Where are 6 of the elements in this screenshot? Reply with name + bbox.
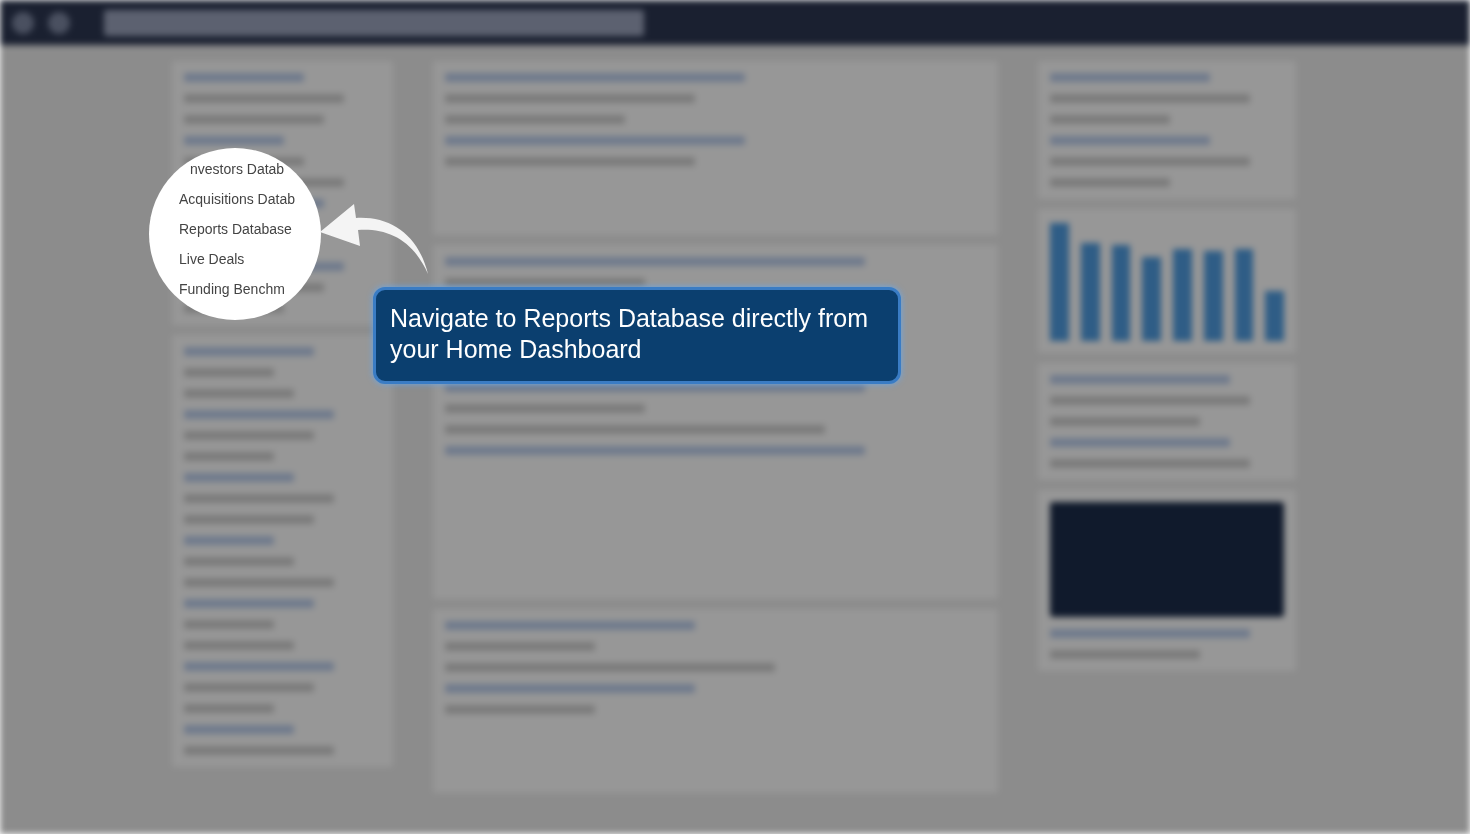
sidebar-item[interactable]: nvestors Datab bbox=[190, 161, 295, 178]
sidebar-item[interactable]: Acquisitions Datab bbox=[179, 191, 295, 208]
sidebar-item[interactable]: Live Deals bbox=[179, 251, 295, 268]
callout-text: Navigate to Reports Database directly from your Home Dashboard bbox=[373, 287, 901, 384]
sidebar-item[interactable]: Reports Database bbox=[179, 221, 295, 238]
sidebar-item[interactable]: Funding Benchm bbox=[179, 281, 295, 298]
